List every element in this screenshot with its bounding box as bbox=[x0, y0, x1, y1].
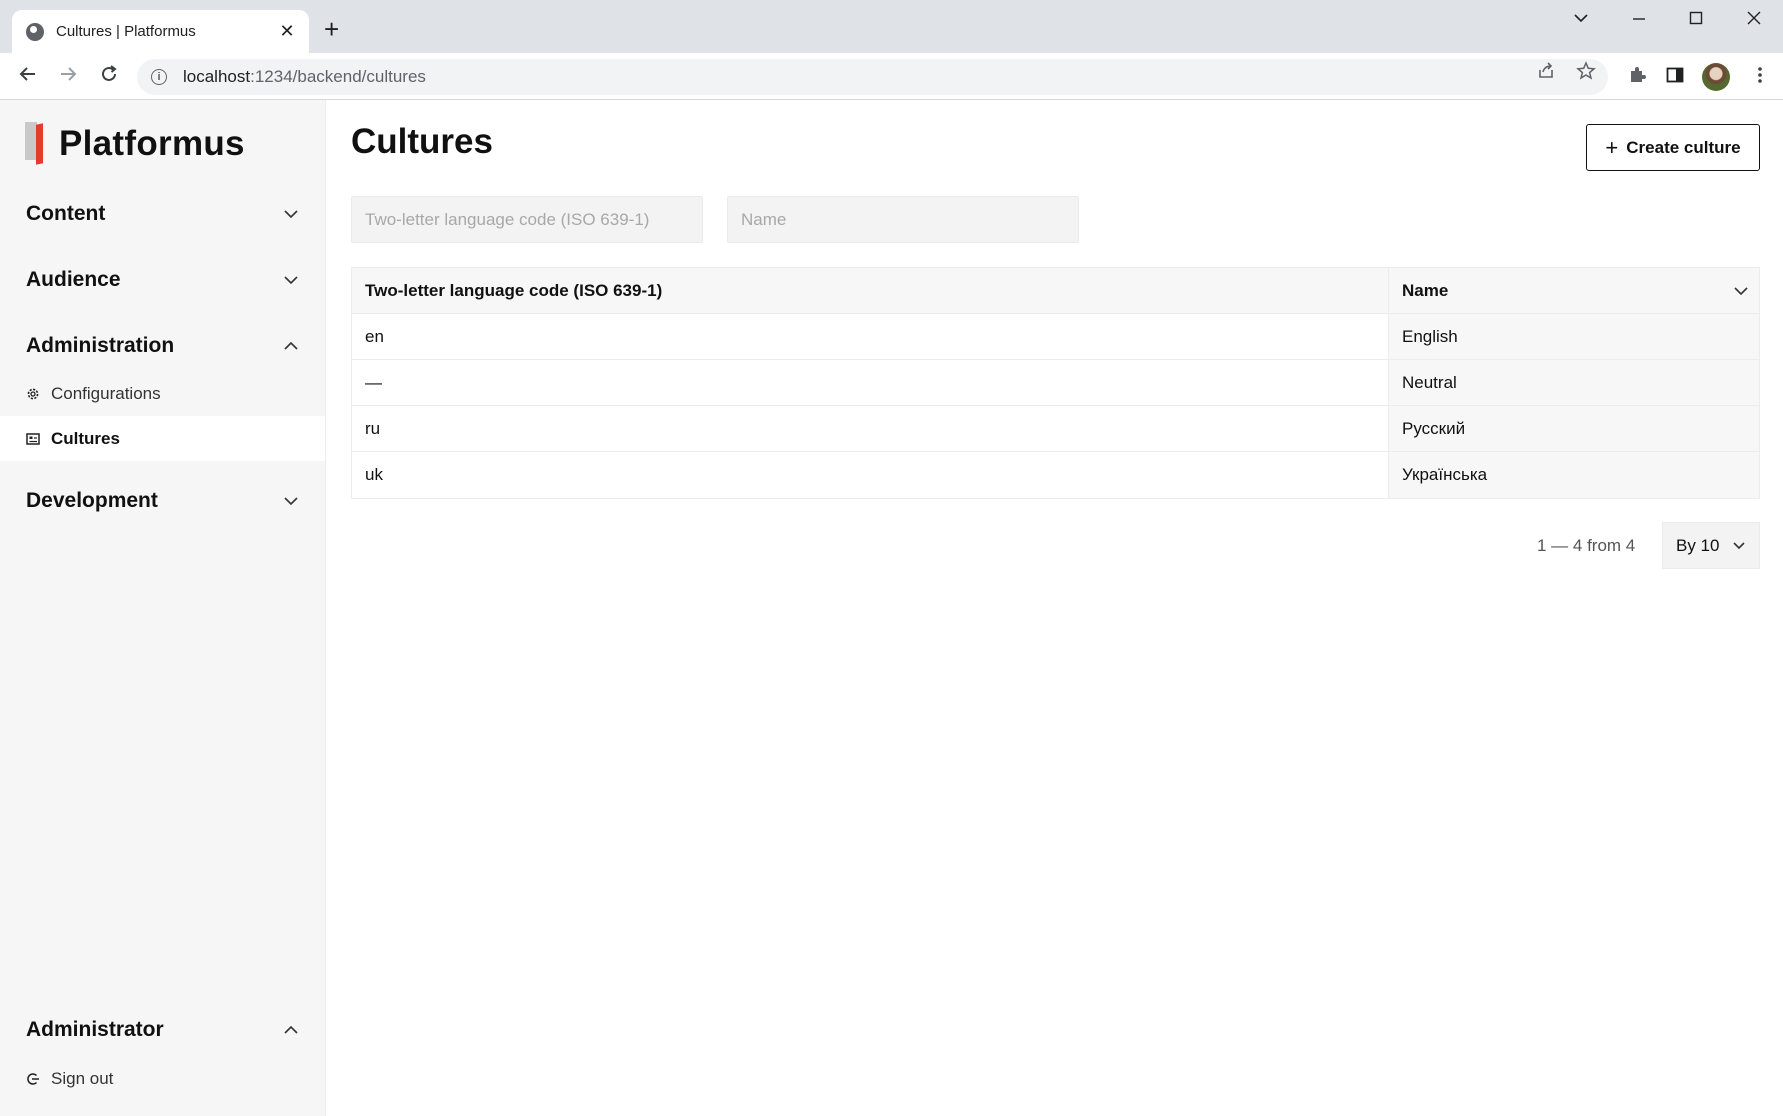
table-row[interactable]: — Neutral bbox=[352, 360, 1759, 406]
bookmark-star-icon[interactable] bbox=[1576, 61, 1596, 85]
nav-section-administration[interactable]: Administration bbox=[26, 334, 301, 358]
sidebar-item-label: Cultures bbox=[51, 428, 120, 448]
column-header-name[interactable]: Name bbox=[1389, 268, 1759, 313]
new-tab-icon[interactable]: + bbox=[324, 16, 339, 42]
table-row[interactable]: ru Русский bbox=[352, 406, 1759, 452]
nav-section-label: Content bbox=[26, 202, 106, 225]
globe-icon bbox=[26, 22, 44, 41]
chevron-down-icon bbox=[281, 204, 301, 224]
reload-icon[interactable] bbox=[98, 63, 120, 89]
cell-name: Русский bbox=[1389, 406, 1759, 451]
column-header-name-label: Name bbox=[1402, 280, 1449, 300]
sidebar-item-cultures[interactable]: Cultures bbox=[0, 416, 325, 461]
chevron-down-icon bbox=[281, 491, 301, 511]
nav-section-label: Audience bbox=[26, 268, 121, 291]
browser-tabstrip: Cultures | Platformus ✕ + bbox=[0, 0, 1783, 53]
close-window-icon[interactable] bbox=[1746, 10, 1762, 29]
pagination-summary: 1 — 4 from 4 bbox=[1537, 535, 1636, 555]
maximize-icon[interactable] bbox=[1688, 10, 1704, 29]
site-info-icon[interactable]: i bbox=[151, 69, 167, 85]
table-header: Two-letter language code (ISO 639-1) Nam… bbox=[352, 268, 1759, 314]
share-icon[interactable] bbox=[1536, 61, 1556, 85]
cell-code: en bbox=[352, 314, 1389, 359]
close-tab-icon[interactable]: ✕ bbox=[277, 21, 297, 42]
tab-title: Cultures | Platformus bbox=[56, 23, 196, 40]
url-host: localhost bbox=[183, 67, 251, 86]
culture-icon bbox=[26, 432, 40, 446]
forward-icon[interactable] bbox=[57, 63, 79, 89]
chevron-down-icon bbox=[1732, 536, 1746, 556]
sidebar: Platformus Content Audience Administrati… bbox=[0, 100, 326, 1116]
sort-chevron-down-icon bbox=[1733, 281, 1749, 301]
chevron-up-icon bbox=[281, 1020, 301, 1040]
plus-icon: + bbox=[1605, 134, 1619, 160]
sidebar-item-configurations[interactable]: Configurations bbox=[0, 371, 325, 416]
table-row[interactable]: uk Українська bbox=[352, 452, 1759, 498]
nav-section-label: Administration bbox=[26, 334, 175, 357]
table-row[interactable]: en English bbox=[352, 314, 1759, 360]
code-filter-input[interactable] bbox=[351, 196, 703, 243]
cell-code: uk bbox=[352, 452, 1389, 498]
menu-kebab-icon[interactable] bbox=[1750, 65, 1770, 89]
sign-out-icon bbox=[26, 1072, 40, 1086]
chevron-down-icon bbox=[281, 270, 301, 290]
tab-search-icon[interactable] bbox=[1573, 10, 1589, 29]
cell-name: Українська bbox=[1389, 452, 1759, 498]
cell-code: — bbox=[352, 360, 1389, 405]
browser-tab[interactable]: Cultures | Platformus ✕ bbox=[12, 10, 309, 53]
sign-out-link[interactable]: Sign out bbox=[0, 1056, 325, 1101]
logo-mark-icon bbox=[25, 122, 49, 166]
cell-code: ru bbox=[352, 406, 1389, 451]
page-title: Cultures bbox=[351, 122, 493, 161]
nav-section-audience[interactable]: Audience bbox=[26, 268, 301, 292]
url-path: :1234/backend/cultures bbox=[250, 67, 426, 86]
address-bar[interactable]: i localhost:1234/backend/cultures bbox=[137, 59, 1608, 95]
chevron-up-icon bbox=[281, 336, 301, 356]
cell-name: English bbox=[1389, 314, 1759, 359]
logo[interactable]: Platformus bbox=[25, 122, 245, 166]
logo-text: Platformus bbox=[59, 124, 245, 163]
gear-icon bbox=[26, 387, 40, 401]
nav-section-content[interactable]: Content bbox=[26, 202, 301, 226]
page-size-select[interactable]: By 10 bbox=[1662, 522, 1760, 569]
page-size-value: By 10 bbox=[1676, 535, 1720, 555]
user-name: Administrator bbox=[26, 1018, 164, 1041]
side-panel-icon[interactable] bbox=[1665, 65, 1685, 89]
back-icon[interactable] bbox=[17, 63, 39, 89]
create-culture-button[interactable]: + Create culture bbox=[1586, 124, 1760, 171]
create-culture-label: Create culture bbox=[1626, 137, 1741, 157]
cultures-table: Two-letter language code (ISO 639-1) Nam… bbox=[351, 267, 1760, 499]
nav-section-administrator[interactable]: Administrator bbox=[26, 1018, 301, 1042]
sign-out-label: Sign out bbox=[51, 1068, 114, 1088]
browser-toolbar: i localhost:1234/backend/cultures bbox=[0, 53, 1783, 100]
sidebar-item-label: Configurations bbox=[51, 383, 161, 403]
nav-section-label: Development bbox=[26, 489, 158, 512]
nav-section-development[interactable]: Development bbox=[26, 489, 301, 513]
cell-name: Neutral bbox=[1389, 360, 1759, 405]
url-text: localhost:1234/backend/cultures bbox=[183, 67, 426, 87]
minimize-icon[interactable] bbox=[1631, 10, 1647, 29]
profile-avatar[interactable] bbox=[1702, 63, 1730, 91]
extensions-icon[interactable] bbox=[1627, 65, 1647, 89]
name-filter-input[interactable] bbox=[727, 196, 1079, 243]
column-header-code[interactable]: Two-letter language code (ISO 639-1) bbox=[352, 268, 1389, 313]
